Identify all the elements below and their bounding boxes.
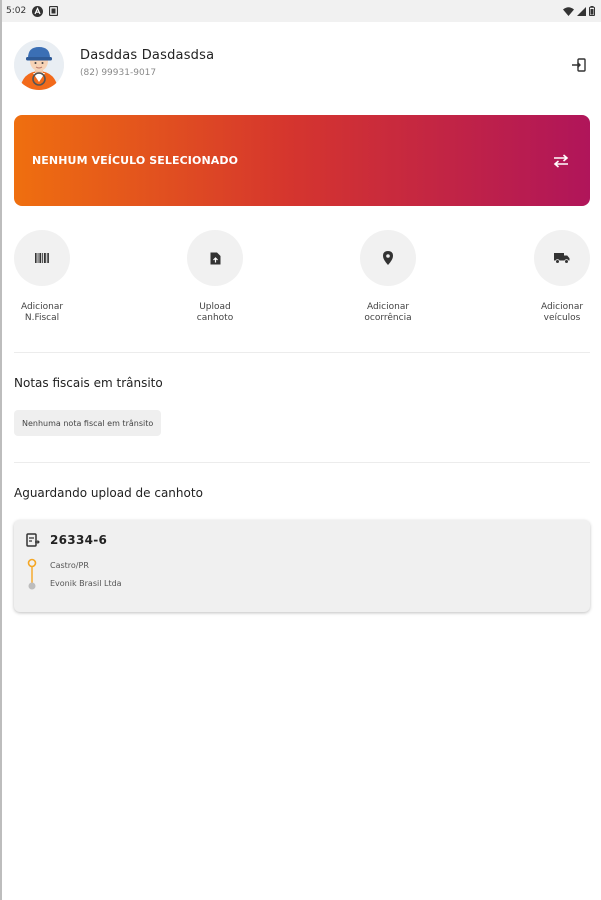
upload-receipt-circle bbox=[187, 230, 243, 286]
swap-icon bbox=[553, 153, 569, 168]
barcode-icon bbox=[35, 253, 49, 263]
truck-icon bbox=[554, 253, 570, 264]
add-occurrence-button[interactable]: Adicionar ocorrência bbox=[348, 230, 428, 324]
user-phone: (82) 99931-9017 bbox=[80, 68, 157, 78]
add-invoice-button[interactable]: Adicionar N.Fiscal bbox=[2, 230, 82, 324]
wifi-icon bbox=[563, 6, 574, 16]
awaiting-section-title: Aguardando upload de canhoto bbox=[14, 486, 203, 500]
driver-avatar-icon bbox=[14, 40, 64, 90]
profile-header: Dasddas Dasdasdsa (82) 99931-9017 bbox=[14, 40, 590, 92]
add-vehicles-circle bbox=[534, 230, 590, 286]
swap-vehicle-button[interactable] bbox=[550, 150, 572, 172]
add-vehicles-button[interactable]: Adicionar veículos bbox=[522, 230, 601, 324]
avatar[interactable] bbox=[14, 40, 64, 90]
app-notification-icon bbox=[32, 5, 44, 17]
route-icon bbox=[27, 558, 37, 590]
invoice-doc-icon bbox=[26, 533, 40, 547]
window-edge bbox=[0, 0, 2, 900]
invoice-number: 26334-6 bbox=[50, 533, 108, 547]
quick-actions: Adicionar N.Fiscal Upload canhoto Adiciona… bbox=[14, 230, 590, 330]
battery-icon bbox=[589, 6, 595, 16]
awaiting-invoice-card[interactable]: 26334-6 Castro/PR Evonik Brasil Ltda bbox=[14, 520, 590, 612]
add-invoice-label: Adicionar N.Fiscal bbox=[20, 302, 64, 323]
route-destination: Evonik Brasil Ltda bbox=[50, 579, 122, 588]
add-occurrence-circle bbox=[360, 230, 416, 286]
transit-section-title: Notas fiscais em trânsito bbox=[14, 376, 163, 390]
user-name: Dasddas Dasdasdsa bbox=[80, 48, 215, 63]
status-time: 5:02 bbox=[6, 6, 27, 16]
signal-icon bbox=[577, 6, 586, 16]
vehicle-selector[interactable]: NENHUM VEÍCULO SELECIONADO bbox=[14, 115, 590, 206]
upload-receipt-label: Upload canhoto bbox=[196, 302, 234, 323]
upload-file-icon bbox=[210, 252, 220, 264]
vehicle-status-label: NENHUM VEÍCULO SELECIONADO bbox=[32, 154, 239, 167]
divider bbox=[14, 352, 590, 353]
add-invoice-circle bbox=[14, 230, 70, 286]
notification-icon bbox=[49, 6, 59, 16]
transit-empty-chip: Nenhuma nota fiscal em trânsito bbox=[14, 410, 162, 436]
add-vehicles-label: Adicionar veículos bbox=[540, 302, 584, 323]
upload-receipt-button[interactable]: Upload canhoto bbox=[175, 230, 255, 324]
status-bar: 5:02 bbox=[2, 0, 601, 22]
divider bbox=[14, 462, 590, 463]
location-pin-icon bbox=[383, 251, 393, 265]
logout-icon bbox=[572, 58, 586, 72]
logout-button[interactable] bbox=[568, 54, 590, 76]
route-origin: Castro/PR bbox=[50, 561, 89, 570]
add-occurrence-label: Adicionar ocorrência bbox=[364, 302, 412, 323]
